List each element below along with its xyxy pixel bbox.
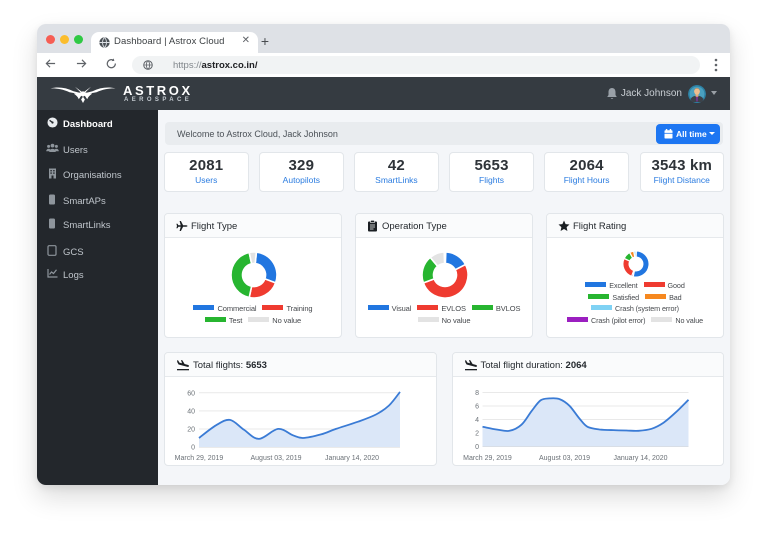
svg-text:2: 2 [475,431,479,438]
svg-text:0: 0 [191,445,195,452]
svg-text:August 03, 2019: August 03, 2019 [251,455,302,462]
svg-text:6: 6 [475,404,479,411]
svg-text:60: 60 [187,390,195,397]
svg-text:March 29, 2019: March 29, 2019 [175,455,224,462]
svg-text:January 14, 2020: January 14, 2020 [325,455,379,462]
svg-text:20: 20 [187,427,195,434]
svg-text:40: 40 [187,408,195,415]
svg-text:8: 8 [475,390,479,397]
svg-text:January 14, 2020: January 14, 2020 [613,455,667,462]
svg-text:March 29, 2019: March 29, 2019 [463,455,512,462]
svg-text:August 03, 2019: August 03, 2019 [539,455,590,462]
svg-text:0: 0 [475,444,479,451]
svg-text:4: 4 [475,417,479,424]
